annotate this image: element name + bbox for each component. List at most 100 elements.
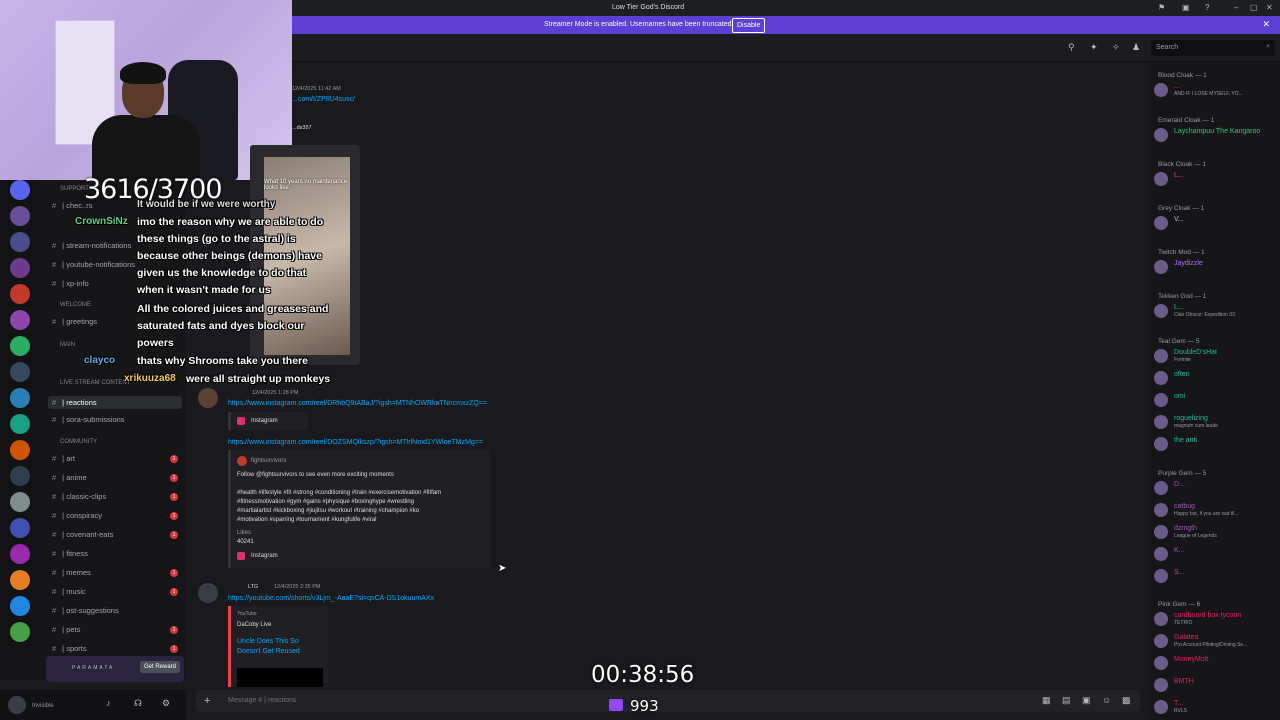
- server-icon[interactable]: [10, 466, 30, 486]
- server-icon[interactable]: [10, 284, 30, 304]
- channel-item[interactable]: # | covenant-eats: [52, 530, 113, 539]
- member-item[interactable]: D...: [1154, 480, 1276, 496]
- add-attachment-icon[interactable]: +: [204, 695, 210, 707]
- member-item[interactable]: omi: [1154, 392, 1276, 408]
- maximize-button[interactable]: ▢: [1250, 3, 1258, 12]
- channel-item[interactable]: # | stream-notifications: [52, 241, 131, 250]
- channel-item[interactable]: # | youtube-notifications: [52, 260, 135, 269]
- channel-item[interactable]: # | xp-info: [52, 279, 89, 288]
- server-icon[interactable]: [10, 336, 30, 356]
- channel-item[interactable]: # | ost-suggestions: [52, 606, 119, 615]
- close-window-button[interactable]: ✕: [1266, 3, 1273, 12]
- member-item[interactable]: Laychampuu The Kangaroo: [1154, 127, 1276, 143]
- member-item[interactable]: often: [1154, 370, 1276, 386]
- promo-card[interactable]: PARAMATA Get Reward: [46, 656, 184, 682]
- member-item[interactable]: ... AND IF I LOSE MYSELF, YO...: [1154, 82, 1276, 98]
- server-icon[interactable]: [10, 440, 30, 460]
- message-link[interactable]: ...com/t/ZP8U4susc/: [292, 96, 355, 103]
- member-item[interactable]: MoneyMolt: [1154, 655, 1276, 671]
- category-main[interactable]: MAIN: [60, 342, 75, 348]
- server-icon[interactable]: [10, 232, 30, 252]
- chat-overlay-line: saturated fats and dyes block our: [137, 320, 305, 332]
- channel-item[interactable]: # | conspiracy: [52, 511, 102, 520]
- gif-icon[interactable]: ▤: [1062, 695, 1071, 706]
- settings-icon[interactable]: ⚙: [162, 698, 170, 709]
- member-list-icon[interactable]: ♟: [1132, 42, 1140, 53]
- channel-item[interactable]: # | fitness: [52, 549, 88, 558]
- apps-icon[interactable]: ▩: [1122, 695, 1131, 706]
- emoji-icon[interactable]: ☺: [1102, 695, 1111, 705]
- channel-item[interactable]: # | memes: [52, 568, 91, 577]
- channel-item[interactable]: # | greetings: [52, 317, 97, 326]
- member-item[interactable]: BMTH: [1154, 677, 1276, 693]
- member-item[interactable]: K...: [1154, 546, 1276, 562]
- mic-icon[interactable]: ♪: [106, 698, 111, 708]
- category-welcome[interactable]: WELCOME: [60, 302, 91, 308]
- avatar[interactable]: [198, 388, 218, 408]
- member-item[interactable]: T... RVLS: [1154, 699, 1276, 715]
- member-item[interactable]: DoubleD'sHat Fortnite: [1154, 348, 1276, 364]
- member-item[interactable]: L...: [1154, 171, 1276, 187]
- message-link[interactable]: https://www.instagram.com/reel/DRhbQ9tAB…: [228, 400, 487, 407]
- headset-icon[interactable]: ☊: [134, 698, 142, 709]
- embed-author[interactable]: fightsurvivors: [251, 458, 286, 464]
- embed-title[interactable]: Doesn't Get Reused: [237, 648, 300, 655]
- channel-item[interactable]: # | pets: [52, 625, 80, 634]
- channel-item[interactable]: # | reactions: [48, 396, 182, 409]
- message-author[interactable]: LTG: [248, 584, 258, 590]
- server-icon[interactable]: [10, 518, 30, 538]
- avatar[interactable]: [8, 696, 26, 714]
- server-icon[interactable]: [10, 544, 30, 564]
- channel-item[interactable]: # | sora-submissions: [52, 415, 125, 424]
- message-link[interactable]: https://youtube.com/shorts/v3Ljm_-AaaE?s…: [228, 595, 434, 602]
- member-item[interactable]: the anti: [1154, 436, 1276, 452]
- server-icon[interactable]: [10, 596, 30, 616]
- category-live-stream[interactable]: LIVE STREAM CONTENT: [60, 380, 130, 386]
- server-icon[interactable]: [10, 388, 30, 408]
- server-icon[interactable]: [10, 492, 30, 512]
- server-icon[interactable]: [10, 206, 30, 226]
- server-icon[interactable]: [10, 570, 30, 590]
- server-icon[interactable]: [10, 180, 30, 200]
- channel-item[interactable]: # | sports: [52, 644, 87, 653]
- notification-icon[interactable]: ✦: [1090, 42, 1098, 53]
- message-author[interactable]: ...ds357: [292, 125, 312, 131]
- minimize-button[interactable]: –: [1234, 3, 1238, 12]
- server-icon[interactable]: [10, 414, 30, 434]
- member-item[interactable]: Jaydizzle: [1154, 259, 1276, 275]
- pin-icon[interactable]: ✧: [1112, 42, 1120, 53]
- screen-icon[interactable]: ▣: [1182, 3, 1190, 12]
- channel-item[interactable]: # | classic-clips: [52, 492, 106, 501]
- threads-icon[interactable]: ⚲: [1068, 42, 1075, 53]
- get-reward-button[interactable]: Get Reward: [139, 661, 180, 673]
- message-input[interactable]: + Message # | reactions ▦ ▤ ▣ ☺ ▩: [196, 690, 1140, 712]
- message-link[interactable]: https://www.instagram.com/reel/DOZSMQlks…: [228, 439, 483, 446]
- video-thumbnail[interactable]: [237, 668, 323, 687]
- member-item[interactable]: V...: [1154, 215, 1276, 231]
- banner-close-icon[interactable]: ✕: [1262, 19, 1270, 30]
- member-item[interactable]: cardboard box tycoon TETRIO: [1154, 611, 1276, 627]
- channel-item[interactable]: # | anime: [52, 473, 87, 482]
- member-item[interactable]: dzmgth League of Legends: [1154, 524, 1276, 540]
- gift-icon[interactable]: ▦: [1042, 695, 1051, 706]
- category-community[interactable]: COMMUNITY: [60, 439, 97, 445]
- search-input[interactable]: Search ⌕: [1151, 40, 1275, 56]
- member-item[interactable]: S...: [1154, 568, 1276, 584]
- server-icon[interactable]: [10, 362, 30, 382]
- disable-streamer-button[interactable]: Disable: [732, 18, 766, 33]
- member-item[interactable]: roguelizing magnum cum laude: [1154, 414, 1276, 430]
- avatar[interactable]: [198, 583, 218, 603]
- server-icon[interactable]: [10, 310, 30, 330]
- server-icon[interactable]: [10, 258, 30, 278]
- member-item[interactable]: catbug Happy but, if you are sad ill...: [1154, 502, 1276, 518]
- help-icon[interactable]: ?: [1205, 3, 1209, 12]
- inbox-icon[interactable]: ⚑: [1158, 3, 1165, 12]
- member-item[interactable]: Galatea Pro Account Piloting/Driving Se..…: [1154, 633, 1276, 649]
- member-item[interactable]: L... Clair Obscur: Expedition 33: [1154, 303, 1276, 319]
- sticker-icon[interactable]: ▣: [1082, 695, 1091, 706]
- server-icon[interactable]: [10, 622, 30, 642]
- channel-item[interactable]: # | art: [52, 454, 75, 463]
- channel-item[interactable]: # | music: [52, 587, 86, 596]
- embed-title[interactable]: Uncle Does This So: [237, 638, 299, 645]
- embed-author[interactable]: DaCoby Live: [237, 622, 271, 628]
